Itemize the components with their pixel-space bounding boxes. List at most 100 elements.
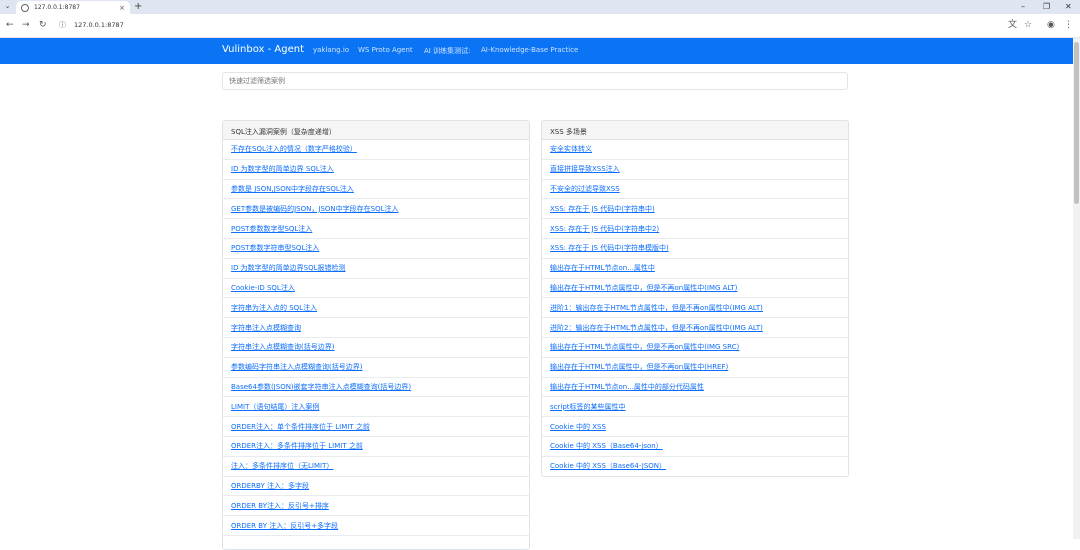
scrollbar-thumb[interactable] bbox=[1074, 42, 1079, 204]
list-item: 参数是 JSON,JSON中字段存在SQL注入 bbox=[223, 180, 529, 200]
case-link[interactable]: Cookie 中的 XSS（Base64-json） bbox=[550, 441, 663, 451]
case-link[interactable]: ID 为数字型的简单边界SQL报错检测 bbox=[231, 263, 346, 273]
window-close-icon[interactable]: ✕ bbox=[1065, 1, 1072, 12]
site-info-icon[interactable]: ⓘ bbox=[59, 20, 66, 31]
case-link[interactable]: XSS: 存在于 JS 代码中(字符串中) bbox=[550, 204, 655, 214]
case-link[interactable]: ORDER注入：单个条件排序位于 LIMIT 之前 bbox=[231, 422, 370, 432]
profile-icon[interactable]: ◉ bbox=[1047, 19, 1055, 31]
list-item: 进阶1：输出存在于HTML节点属性中，但是不再on属性中(IMG ALT) bbox=[542, 298, 848, 319]
nav-link-ws-proto-agent[interactable]: WS Proto Agent bbox=[358, 46, 413, 54]
browser-tabstrip: ⌄ 127.0.0.1:8787 × + – ❐ ✕ bbox=[0, 0, 1080, 14]
list-item: XSS: 存在于 JS 代码中(字符串中2) bbox=[542, 219, 848, 239]
case-link[interactable]: XSS: 存在于 JS 代码中(字符串模版中) bbox=[550, 243, 669, 253]
case-link[interactable]: Cookie-ID SQL注入 bbox=[231, 283, 295, 293]
list-item: Base64参数(JSON)嵌套字符串注入点模糊查询(括号边界) bbox=[223, 378, 529, 398]
tab-title: 127.0.0.1:8787 bbox=[34, 4, 80, 11]
case-link[interactable]: 注入：多条件排序位（无LIMIT） bbox=[231, 461, 333, 471]
brand-title[interactable]: Vulinbox - Agent bbox=[222, 44, 304, 55]
list-item: ORDER BY 注入：反引号+多字段 bbox=[223, 516, 529, 536]
list-item: 字符串注入点模糊查询 bbox=[223, 318, 529, 338]
list-item: 直接拼接导致XSS注入 bbox=[542, 160, 848, 180]
list-item: ID 为数字型的简单边界SQL报错检测 bbox=[223, 259, 529, 279]
case-link[interactable]: Cookie 中的 XSS bbox=[550, 422, 606, 432]
sql-injection-card: SQL注入漏洞案例（复杂度递增） 不存在SQL注入的情况（数字严格校验） ID … bbox=[222, 120, 530, 550]
list-item: 注入：多条件排序位（无LIMIT） bbox=[223, 457, 529, 477]
globe-icon bbox=[21, 3, 29, 12]
case-link[interactable]: script标签的某些属性中 bbox=[550, 402, 626, 412]
list-item: Cookie 中的 XSS（Base64-json） bbox=[542, 437, 848, 457]
nav-link-ai-kb-practice[interactable]: AI-Knowledge-Base Practice bbox=[481, 46, 578, 54]
case-link[interactable]: Base64参数(JSON)嵌套字符串注入点模糊查询(括号边界) bbox=[231, 382, 411, 392]
case-link[interactable]: 参数编码字符串注入点模糊查询(括号边界) bbox=[231, 362, 362, 372]
list-item: POST参数数字型SQL注入 bbox=[223, 219, 529, 239]
list-item: 参数编码字符串注入点模糊查询(括号边界) bbox=[223, 358, 529, 378]
reload-icon[interactable]: ↻ bbox=[39, 20, 47, 31]
case-link[interactable]: ID 为数字型的简单边界 SQL注入 bbox=[231, 164, 334, 174]
list-item: 输出存在于HTML节点on...属性中 bbox=[542, 259, 848, 279]
sql-card-header: SQL注入漏洞案例（复杂度递增） bbox=[223, 121, 529, 140]
list-item: 进阶2：输出存在于HTML节点属性中，但是不再on属性中(IMG ALT) bbox=[542, 318, 848, 338]
case-link[interactable]: XSS: 存在于 JS 代码中(字符串中2) bbox=[550, 224, 659, 234]
case-link[interactable]: 输出存在于HTML节点on...属性中 bbox=[550, 263, 655, 273]
case-link[interactable]: POST参数字符串型SQL注入 bbox=[231, 243, 319, 253]
list-item: GET参数是被编码的JSON，JSON中字段存在SQL注入 bbox=[223, 199, 529, 220]
list-item: 字符串注入点模糊查询(括号边界) bbox=[223, 338, 529, 358]
list-item: ORDERBY 注入：多字段 bbox=[223, 477, 529, 497]
nav-link-yaklang[interactable]: yaklang.io bbox=[313, 46, 349, 54]
list-item: 不存在SQL注入的情况（数字严格校验） bbox=[223, 140, 529, 160]
list-item: 输出存在于HTML节点属性中，但是不再on属性中(IMG ALT) bbox=[542, 279, 848, 299]
case-link[interactable]: LIMIT（语句结尾）注入案例 bbox=[231, 402, 319, 412]
new-tab-button[interactable]: + bbox=[134, 1, 142, 12]
case-link[interactable]: ORDER注入：多条件排序位于 LIMIT 之前 bbox=[231, 441, 363, 451]
maximize-icon[interactable]: ❐ bbox=[1043, 1, 1050, 12]
filter-input[interactable] bbox=[222, 72, 848, 90]
list-item: script标签的某些属性中 bbox=[542, 397, 848, 418]
list-item: 不安全的过滤导致XSS bbox=[542, 180, 848, 200]
list-item: 输出存在于HTML节点属性中，但是不再on属性中(IMG SRC) bbox=[542, 338, 848, 358]
list-item: 字符串为注入点的 SQL注入 bbox=[223, 298, 529, 319]
list-item: XSS: 存在于 JS 代码中(字符串中) bbox=[542, 199, 848, 220]
case-link[interactable]: ORDERBY 注入：多字段 bbox=[231, 481, 309, 491]
list-item: ID 为数字型的简单边界 SQL注入 bbox=[223, 160, 529, 180]
xss-card-header: XSS 多场景 bbox=[542, 121, 848, 140]
case-link[interactable]: 字符串为注入点的 SQL注入 bbox=[231, 303, 317, 313]
address-bar[interactable]: 127.0.0.1:8787 bbox=[74, 21, 124, 29]
case-link[interactable]: 不存在SQL注入的情况（数字严格校验） bbox=[231, 144, 357, 154]
case-link[interactable]: 安全实体转义 bbox=[550, 144, 592, 154]
list-item: ORDER注入：多条件排序位于 LIMIT 之前 bbox=[223, 437, 529, 457]
case-link[interactable]: GET参数是被编码的JSON，JSON中字段存在SQL注入 bbox=[231, 204, 398, 214]
app-navbar: Vulinbox - Agent yaklang.io WS Proto Age… bbox=[0, 38, 1073, 64]
case-link[interactable]: 输出存在于HTML节点属性中，但是不再on属性中(IMG SRC) bbox=[550, 342, 739, 352]
nav-link-ai-training[interactable]: AI 训练集测试: bbox=[424, 46, 470, 56]
tab-close-icon[interactable]: × bbox=[119, 4, 125, 12]
case-link[interactable]: 进阶2：输出存在于HTML节点属性中，但是不再on属性中(IMG ALT) bbox=[550, 323, 763, 333]
browser-toolbar: ← → ↻ ⓘ 127.0.0.1:8787 文 ☆ ◉ ⋮ bbox=[0, 14, 1080, 38]
case-link[interactable]: 进阶1：输出存在于HTML节点属性中，但是不再on属性中(IMG ALT) bbox=[550, 303, 763, 313]
case-link[interactable]: 字符串注入点模糊查询(括号边界) bbox=[231, 342, 334, 352]
bookmark-star-icon[interactable]: ☆ bbox=[1024, 19, 1032, 31]
list-item: 输出存在于HTML节点属性中，但是不再on属性中(HREF) bbox=[542, 358, 848, 378]
list-item: 输出存在于HTML节点on...属性中的部分代码属性 bbox=[542, 378, 848, 398]
back-icon[interactable]: ← bbox=[6, 20, 14, 31]
case-link[interactable]: 输出存在于HTML节点属性中，但是不再on属性中(IMG ALT) bbox=[550, 283, 737, 293]
browser-tab[interactable]: 127.0.0.1:8787 × bbox=[16, 1, 130, 14]
case-link[interactable]: 输出存在于HTML节点属性中，但是不再on属性中(HREF) bbox=[550, 362, 728, 372]
list-item: LIMIT（语句结尾）注入案例 bbox=[223, 397, 529, 418]
list-item: POST参数字符串型SQL注入 bbox=[223, 239, 529, 259]
case-link[interactable]: POST参数数字型SQL注入 bbox=[231, 224, 312, 234]
minimize-icon[interactable]: – bbox=[1021, 1, 1025, 12]
case-link[interactable]: 直接拼接导致XSS注入 bbox=[550, 164, 620, 174]
forward-icon[interactable]: → bbox=[22, 20, 30, 31]
case-link[interactable]: 不安全的过滤导致XSS bbox=[550, 184, 620, 194]
tab-search-icon[interactable]: ⌄ bbox=[2, 1, 13, 12]
case-link[interactable]: 输出存在于HTML节点on...属性中的部分代码属性 bbox=[550, 382, 704, 392]
case-link[interactable]: 参数是 JSON,JSON中字段存在SQL注入 bbox=[231, 184, 354, 194]
list-item: Cookie 中的 XSS bbox=[542, 417, 848, 437]
case-link[interactable]: ORDER BY 注入：反引号+多字段 bbox=[231, 521, 338, 531]
case-link[interactable]: Cookie 中的 XSS（Base64-JSON） bbox=[550, 461, 666, 471]
translate-icon[interactable]: 文 bbox=[1008, 19, 1017, 31]
case-link[interactable]: ORDER BY注入：反引号+排序 bbox=[231, 501, 329, 511]
case-link[interactable]: 字符串注入点模糊查询 bbox=[231, 323, 301, 333]
list-item: 安全实体转义 bbox=[542, 140, 848, 160]
browser-menu-icon[interactable]: ⋮ bbox=[1064, 19, 1073, 31]
